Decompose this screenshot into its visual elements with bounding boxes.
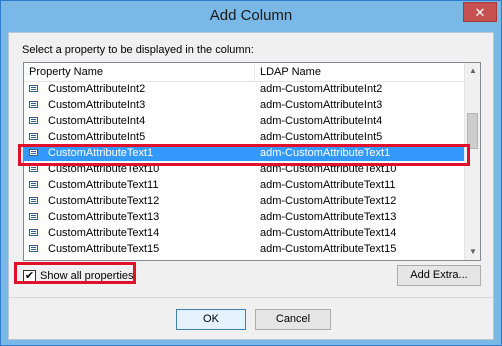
- ldap-name-cell: adm-CustomAttributeInt3: [260, 99, 383, 111]
- ldap-name-cell: adm-CustomAttributeText12: [260, 195, 397, 207]
- property-name-cell: CustomAttributeInt2: [48, 83, 146, 95]
- property-list[interactable]: Property Name LDAP Name CustomAttributeI…: [23, 62, 481, 261]
- list-item[interactable]: CustomAttributeInt4 adm-CustomAttributeIn…: [24, 113, 464, 129]
- ldap-name-cell: adm-CustomAttributeText11: [260, 179, 396, 191]
- ldap-name-cell: adm-CustomAttributeText10: [260, 163, 397, 175]
- column-header-property-name[interactable]: Property Name: [24, 63, 255, 81]
- list-item[interactable]: CustomAttributeText12 adm-CustomAttribute…: [24, 193, 464, 209]
- property-icon: [29, 213, 38, 220]
- property-icon: [29, 245, 38, 252]
- property-name-cell: CustomAttributeText10: [48, 163, 160, 175]
- scroll-up-arrow-icon[interactable]: ▲: [465, 63, 480, 79]
- ldap-name-cell: adm-CustomAttributeText13: [260, 211, 397, 223]
- property-name-cell: CustomAttributeText14: [48, 227, 160, 239]
- list-rows: CustomAttributeInt2 adm-CustomAttributeIn…: [24, 81, 464, 257]
- list-item[interactable]: CustomAttributeText13 adm-CustomAttribute…: [24, 209, 464, 225]
- property-icon: [29, 181, 38, 188]
- checkbox-check-icon[interactable]: ✔: [23, 270, 36, 283]
- property-name-cell: CustomAttributeText13: [48, 211, 160, 223]
- property-icon: [29, 149, 38, 156]
- show-all-properties-label: Show all properties: [40, 270, 134, 282]
- title-bar[interactable]: Add Column ✕: [1, 1, 501, 32]
- add-column-dialog: Add Column ✕ Select a property to be dis…: [0, 0, 502, 346]
- list-item[interactable]: CustomAttributeInt3 adm-CustomAttributeIn…: [24, 97, 464, 113]
- scrollbar-thumb[interactable]: [467, 113, 478, 149]
- list-header: Property Name LDAP Name: [24, 63, 464, 82]
- window-title: Add Column: [209, 7, 293, 24]
- dialog-body: Select a property to be displayed in the…: [8, 32, 494, 340]
- property-icon: [29, 101, 38, 108]
- list-item[interactable]: CustomAttributeText1 adm-CustomAttributeT…: [24, 145, 464, 161]
- property-name-cell: CustomAttributeText1: [48, 147, 154, 159]
- ldap-name-cell: adm-CustomAttributeInt5: [260, 131, 383, 143]
- property-icon: [29, 85, 38, 92]
- property-name-cell: CustomAttributeInt4: [48, 115, 146, 127]
- list-item[interactable]: CustomAttributeInt2 adm-CustomAttributeIn…: [24, 81, 464, 97]
- list-item[interactable]: CustomAttributeText11 adm-CustomAttribute…: [24, 177, 464, 193]
- ldap-name-cell: adm-CustomAttributeInt4: [260, 115, 383, 127]
- list-item[interactable]: CustomAttributeText15 adm-CustomAttribute…: [24, 241, 464, 257]
- close-button[interactable]: ✕: [463, 2, 497, 22]
- ldap-name-cell: adm-CustomAttributeText14: [260, 227, 397, 239]
- separator: [9, 297, 493, 298]
- property-name-cell: CustomAttributeText11: [48, 179, 159, 191]
- property-icon: [29, 133, 38, 140]
- list-item[interactable]: CustomAttributeInt5 adm-CustomAttributeIn…: [24, 129, 464, 145]
- add-extra-button[interactable]: Add Extra...: [397, 265, 481, 286]
- ldap-name-cell: adm-CustomAttributeText15: [260, 243, 397, 255]
- property-icon: [29, 229, 38, 236]
- property-name-cell: CustomAttributeInt3: [48, 99, 146, 111]
- vertical-scrollbar[interactable]: ▲ ▼: [464, 63, 480, 260]
- list-item[interactable]: CustomAttributeText14 adm-CustomAttribute…: [24, 225, 464, 241]
- ok-button[interactable]: OK: [176, 309, 246, 330]
- column-header-ldap-name[interactable]: LDAP Name: [255, 63, 464, 81]
- property-name-cell: CustomAttributeInt5: [48, 131, 146, 143]
- ldap-name-cell: adm-CustomAttributeInt2: [260, 83, 383, 95]
- property-icon: [29, 165, 38, 172]
- property-name-cell: CustomAttributeText15: [48, 243, 160, 255]
- scroll-down-arrow-icon[interactable]: ▼: [465, 244, 480, 260]
- property-icon: [29, 117, 38, 124]
- ldap-name-cell: adm-CustomAttributeText1: [260, 147, 391, 159]
- property-icon: [29, 197, 38, 204]
- list-item[interactable]: CustomAttributeText10 adm-CustomAttribute…: [24, 161, 464, 177]
- instruction-label: Select a property to be displayed in the…: [22, 44, 254, 56]
- cancel-button[interactable]: Cancel: [255, 309, 331, 330]
- property-name-cell: CustomAttributeText12: [48, 195, 160, 207]
